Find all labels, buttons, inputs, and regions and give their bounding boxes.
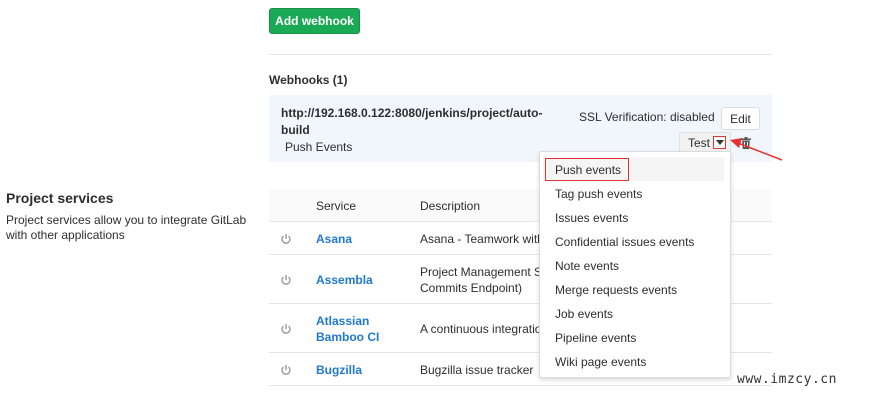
dropdown-item-tag-push-events[interactable]: Tag push events xyxy=(555,187,642,201)
dropdown-item-confidential-issues-events[interactable]: Confidential issues events xyxy=(555,235,694,249)
watermark: www.imzcy.cn xyxy=(737,372,837,387)
service-description: Asana - Teamwork with xyxy=(420,232,544,246)
project-services-description: Project services allow you to integrate … xyxy=(6,213,247,242)
dropdown-item-merge-requests-events[interactable]: Merge requests events xyxy=(555,283,677,297)
service-name-asana[interactable]: Asana xyxy=(316,231,406,247)
column-header-description: Description xyxy=(420,199,481,213)
dropdown-item-wiki-page-events[interactable]: Wiki page events xyxy=(555,355,646,369)
annotation-arrow-icon xyxy=(730,138,783,161)
ssl-verification-status: SSL Verification: disabled xyxy=(579,110,715,124)
service-name-atlassian-bamboo[interactable]: Atlassian Bamboo CI xyxy=(316,313,406,345)
divider xyxy=(269,54,772,55)
webhook-events: Push Events xyxy=(285,140,353,154)
webhook-url: http://192.168.0.122:8080/jenkins/projec… xyxy=(281,106,543,137)
dropdown-item-pipeline-events[interactable]: Pipeline events xyxy=(555,331,636,345)
power-icon xyxy=(281,234,291,244)
dropdown-item-note-events[interactable]: Note events xyxy=(555,259,619,273)
chevron-down-icon[interactable] xyxy=(713,136,726,149)
service-description: Bugzilla issue tracker xyxy=(420,363,534,377)
power-icon xyxy=(281,365,291,375)
power-icon xyxy=(281,275,291,285)
service-description: A continuous integratio xyxy=(420,322,542,336)
service-description: Project Management S Commits Endpoint) xyxy=(420,265,542,295)
test-events-dropdown: Push events Tag push events Issues event… xyxy=(539,151,731,378)
webhooks-heading: Webhooks (1) xyxy=(269,73,348,87)
power-icon xyxy=(281,324,291,334)
test-button-label: Test xyxy=(688,136,711,150)
dropdown-item-job-events[interactable]: Job events xyxy=(555,307,613,321)
dropdown-item-push-events[interactable]: Push events xyxy=(555,163,621,177)
edit-webhook-button[interactable]: Edit xyxy=(721,107,760,130)
add-webhook-button[interactable]: Add webhook xyxy=(269,8,360,34)
project-services-title: Project services xyxy=(6,190,114,206)
column-header-service: Service xyxy=(316,199,357,213)
service-name-assembla[interactable]: Assembla xyxy=(316,272,406,288)
dropdown-item-issues-events[interactable]: Issues events xyxy=(555,211,628,225)
page: Add webhook Webhooks (1) http://192.168.… xyxy=(0,0,887,396)
service-name-bugzilla[interactable]: Bugzilla xyxy=(316,362,406,378)
